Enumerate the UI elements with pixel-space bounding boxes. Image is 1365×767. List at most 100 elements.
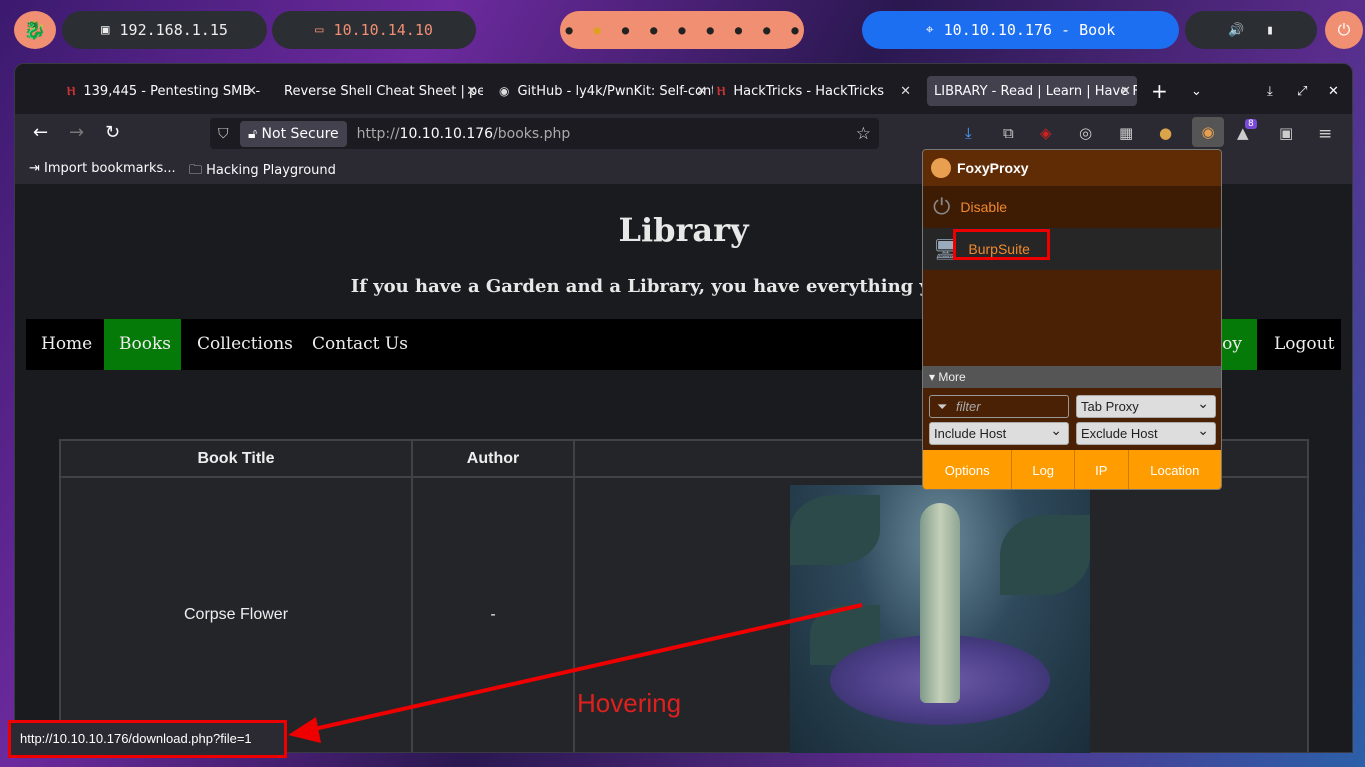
- book-cover-image-link[interactable]: [790, 485, 1090, 753]
- download-window-icon[interactable]: ⤓: [1267, 76, 1283, 106]
- tab-pwnkit[interactable]: ◉ GitHub - ly4k/PwnKit: Self-contained✕: [499, 76, 713, 106]
- url-scheme: http://: [356, 125, 400, 142]
- close-icon[interactable]: ✕: [1120, 84, 1131, 99]
- include-host-select[interactable]: Include Host: [929, 420, 1069, 445]
- power-icon[interactable]: ⏻: [1325, 11, 1363, 49]
- screenshot-icon[interactable]: ▣: [1279, 124, 1293, 142]
- cell-author: -: [411, 476, 575, 752]
- tab-smb[interactable]: Ⲏ 139,445 - Pentesting SMB - HackTricks✕: [67, 76, 263, 106]
- github-icon: ◉: [499, 84, 510, 98]
- tab-label: Reverse Shell Cheat Sheet | pentestmonke…: [284, 83, 483, 99]
- reload-icon[interactable]: ↻: [105, 122, 120, 143]
- col-author: Author: [411, 439, 575, 478]
- workspace-dot[interactable]: ●: [707, 23, 714, 37]
- tab-label: HackTricks - HackTricks: [733, 83, 885, 99]
- url-path: /books.php: [493, 125, 571, 142]
- foxyproxy-logo: [931, 158, 951, 178]
- tab-revshell[interactable]: Reverse Shell Cheat Sheet | pentestmonke…: [275, 76, 483, 106]
- vpn-ip-widget[interactable]: ▭ 10.10.14.10: [272, 11, 476, 49]
- tab-strip: Ⲏ139,445 - Pentesting SMB - HackTricks✕ …: [15, 64, 1352, 114]
- url-text[interactable]: http://10.10.10.176/books.php: [357, 126, 571, 142]
- shield-icon[interactable]: ⛉: [218, 126, 229, 142]
- ublock-icon[interactable]: ◈: [1040, 124, 1052, 142]
- menu-logout[interactable]: Logout: [1259, 319, 1349, 370]
- local-ip-widget[interactable]: ▣ 192.168.1.15: [62, 11, 267, 49]
- forward-icon[interactable]: →: [69, 122, 84, 143]
- close-icon[interactable]: ✕: [900, 84, 911, 99]
- tab-label: 139,445 - Pentesting SMB - HackTricks: [83, 83, 263, 99]
- kali-menu-icon[interactable]: 🐉: [14, 11, 56, 49]
- folder-label: Hacking Playground: [206, 163, 336, 178]
- menu-contact[interactable]: Contact Us: [297, 319, 423, 370]
- funnel-icon: ⏷: [937, 399, 948, 414]
- filter-input[interactable]: ⏷ filter: [929, 395, 1069, 418]
- laptop-icon: ▭: [315, 22, 324, 38]
- menu-collections[interactable]: Collections: [182, 319, 308, 370]
- close-icon[interactable]: ✕: [246, 84, 257, 99]
- close-icon[interactable]: ✕: [696, 84, 707, 99]
- folder-icon: 🗀: [189, 163, 207, 178]
- workspace-dot[interactable]: ●: [622, 23, 629, 37]
- workspace-switcher[interactable]: ● ● ● ● ● ● ● ● ●: [560, 11, 804, 49]
- table-row: Corpse Flower -: [59, 476, 1309, 752]
- menu-icon[interactable]: ≡: [1318, 124, 1332, 144]
- new-tab-button[interactable]: +: [1151, 76, 1171, 106]
- tab-label: GitHub - ly4k/PwnKit: Self-contained: [517, 83, 713, 99]
- filter-placeholder: filter: [956, 399, 981, 414]
- spy-icon[interactable]: ◎: [1079, 124, 1092, 142]
- workspace-dot[interactable]: ●: [650, 23, 657, 37]
- downloads-icon[interactable]: ⤓: [965, 124, 972, 142]
- menu-home[interactable]: Home: [26, 319, 107, 370]
- list-tabs-icon[interactable]: ⌄: [1191, 76, 1211, 106]
- log-button[interactable]: Log: [1012, 450, 1075, 489]
- workspace-dot[interactable]: ●: [565, 23, 572, 37]
- options-button[interactable]: Options: [923, 450, 1013, 489]
- system-tray[interactable]: 🔊 ▮: [1185, 11, 1317, 49]
- close-icon[interactable]: ✕: [466, 84, 477, 99]
- target-widget[interactable]: ⌖ 10.10.10.176 - Book: [862, 11, 1179, 49]
- foxyproxy-popup: FoxyProxy ⏻ Disable 🖥 BurpSuite ▾ More ⏷ fi…: [922, 149, 1222, 490]
- vpn-ip: 10.10.14.10: [333, 21, 433, 39]
- workspace-dot[interactable]: ●: [763, 23, 770, 37]
- navigation-toolbar: ← → ↻ ⛉ 🔓︎ Not Secure http://10.10.10.17…: [15, 114, 1352, 154]
- foxyproxy-buttons: Options Log IP Location: [923, 450, 1221, 489]
- menu-books[interactable]: Books: [104, 319, 181, 370]
- disable-label: Disable: [960, 199, 1008, 215]
- foxyproxy-header: FoxyProxy: [923, 150, 1221, 186]
- tab-proxy-select[interactable]: Tab Proxy: [1076, 393, 1216, 418]
- disable-option[interactable]: ⏻ Disable: [923, 186, 1221, 228]
- bookmark-folder[interactable]: 🗀 Hacking Playground: [189, 161, 336, 183]
- exclude-host-select[interactable]: Exclude Host: [1076, 420, 1216, 445]
- location-button[interactable]: Location: [1129, 450, 1221, 489]
- back-icon[interactable]: ←: [33, 122, 48, 143]
- tab-label: LIBRARY - Read | Learn | Have Fun: [934, 83, 1137, 99]
- ip-button[interactable]: IP: [1075, 450, 1129, 489]
- import-label: Import bookmarks...: [44, 161, 176, 176]
- cookie-icon[interactable]: ●: [1159, 124, 1172, 142]
- tab-hacktricks[interactable]: Ⲏ HackTricks - HackTricks ✕: [717, 76, 917, 106]
- power-icon: ⏻: [933, 194, 951, 219]
- hacktricks-icon: Ⲏ: [67, 83, 76, 98]
- col-book-title: Book Title: [59, 439, 413, 478]
- extensions-icon[interactable]: ⧉: [1003, 124, 1014, 142]
- not-secure-badge[interactable]: 🔓︎ Not Secure: [240, 120, 347, 147]
- target-text: 10.10.10.176 - Book: [943, 21, 1116, 39]
- highlight-box-burpsuite: [953, 229, 1050, 260]
- battery-icon[interactable]: ▮: [1266, 23, 1274, 38]
- import-bookmarks[interactable]: ⇥ Import bookmarks...: [29, 161, 176, 176]
- hacktricks-icon: Ⲏ: [717, 83, 726, 98]
- workspace-dot[interactable]: ●: [678, 23, 685, 37]
- workspace-dot[interactable]: ●: [735, 23, 742, 37]
- bookmark-star-icon[interactable]: ☆: [856, 124, 871, 144]
- url-bar[interactable]: ⛉ 🔓︎ Not Secure http://10.10.10.176/book…: [210, 118, 879, 149]
- foxyproxy-icon[interactable]: ◉: [1192, 117, 1224, 147]
- workspace-dot-active[interactable]: ●: [594, 23, 601, 37]
- more-toggle[interactable]: ▾ More: [923, 366, 1221, 388]
- close-window-icon[interactable]: ✕: [1328, 76, 1344, 106]
- tab-library[interactable]: LIBRARY - Read | Learn | Have Fun ✕: [927, 76, 1137, 106]
- hovering-annotation: Hovering: [577, 688, 682, 718]
- qr-code-icon[interactable]: ▦: [1119, 124, 1133, 142]
- workspace-dot[interactable]: ●: [791, 23, 798, 37]
- expand-icon[interactable]: ⤢: [1297, 76, 1313, 106]
- volume-icon[interactable]: 🔊: [1228, 23, 1244, 38]
